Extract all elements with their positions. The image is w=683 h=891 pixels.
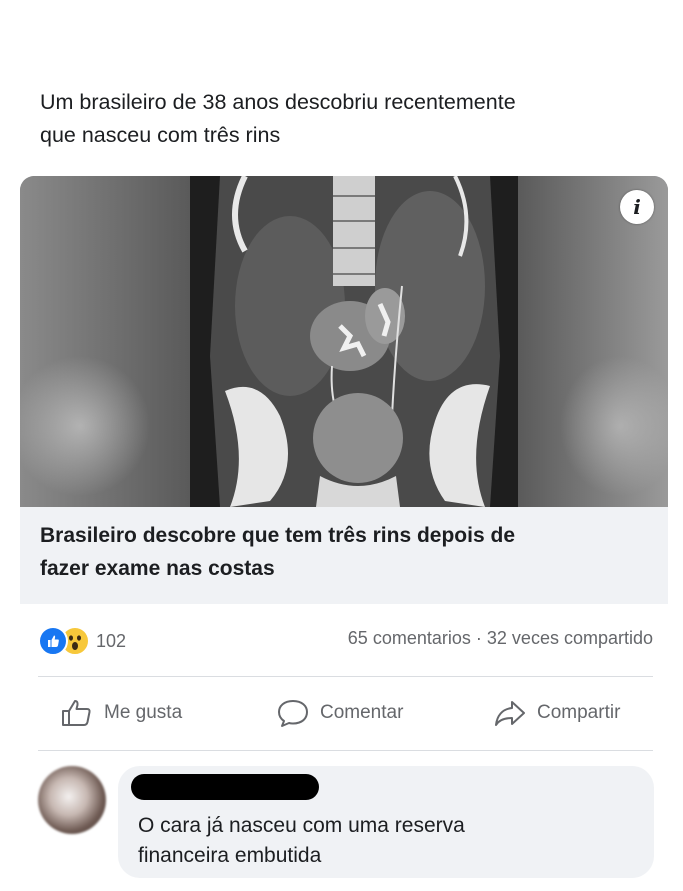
like-button[interactable]: Me gusta: [60, 698, 182, 728]
share-button[interactable]: Compartir: [493, 698, 620, 728]
info-button[interactable]: i: [620, 190, 654, 224]
post-text-line: Um brasileiro de 38 anos descobriu recen…: [40, 90, 516, 114]
like-label: Me gusta: [104, 702, 183, 723]
divider: [38, 676, 653, 677]
avatar[interactable]: [38, 766, 106, 834]
link-title-line: fazer exame nas costas: [40, 557, 275, 580]
share-count[interactable]: 32 veces compartido: [487, 628, 653, 648]
comment-text-line: financeira embutida: [138, 844, 322, 867]
comments-shares-summary[interactable]: 65 comentarios · 32 veces compartido: [348, 628, 653, 649]
ct-scan-image[interactable]: i: [20, 176, 668, 507]
comment: O cara já nasceu com uma reserva finance…: [38, 766, 654, 881]
ct-scan-graphic: [20, 176, 668, 507]
post-text: Um brasileiro de 38 anos descobriu recen…: [40, 86, 650, 152]
post-stats: 102 65 comentarios · 32 veces compartido: [38, 622, 653, 658]
link-title[interactable]: Brasileiro descobre que tem três rins de…: [40, 519, 650, 585]
post-text-line: que nasceu com três rins: [40, 123, 281, 147]
stats-separator: ·: [475, 628, 482, 648]
share-arrow-icon: [495, 701, 525, 726]
info-icon: i: [633, 195, 641, 219]
comment-bubble-icon: [278, 700, 308, 727]
comment-label: Comentar: [320, 702, 404, 723]
divider: [38, 750, 653, 751]
comment-bubble[interactable]: O cara já nasceu com uma reserva finance…: [118, 766, 654, 878]
link-title-line: Brasileiro descobre que tem três rins de…: [40, 524, 515, 547]
redacted-author-name: [131, 774, 319, 800]
action-bar: Me gusta Comentar Compartir: [38, 690, 653, 740]
reactions-summary[interactable]: 102: [38, 626, 126, 656]
link-preview-card[interactable]: i Brasileiro descobre que tem três rins …: [20, 176, 668, 604]
comment-text: O cara já nasceu com uma reserva finance…: [138, 811, 465, 871]
like-reaction-icon: [38, 626, 68, 656]
comment-count[interactable]: 65 comentarios: [348, 628, 471, 648]
share-label: Compartir: [537, 702, 621, 723]
thumbs-up-icon: [62, 700, 91, 726]
comment-text-line: O cara já nasceu com uma reserva: [138, 814, 465, 837]
reaction-count: 102: [96, 630, 127, 651]
comment-button[interactable]: Comentar: [276, 698, 403, 728]
